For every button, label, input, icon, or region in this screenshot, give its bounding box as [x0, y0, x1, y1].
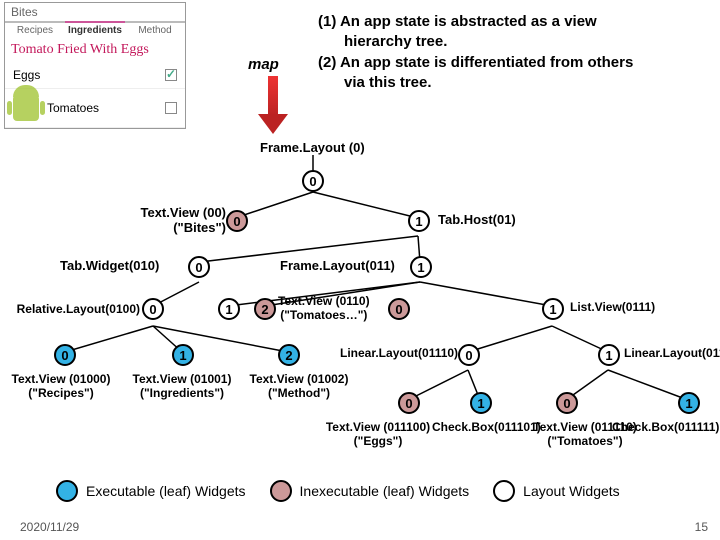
mockup-item-label: Tomatoes: [47, 101, 99, 115]
mockup-tab-method: Method: [125, 21, 185, 38]
node-linearlayout-011: Linear.Layout(011): [624, 346, 720, 360]
node-circle: 1: [218, 298, 240, 320]
node-circle-exec: 0: [54, 344, 76, 366]
node-textview-01000: Text.View (01000) ("Recipes"): [6, 372, 116, 400]
note-line: via this tree.: [318, 73, 708, 93]
mockup-recipe-title: Tomato Fried With Eggs: [5, 38, 185, 62]
arrowhead-icon: [258, 114, 288, 134]
node-listview-0111: List.View(0111): [570, 300, 655, 314]
app-mockup: Bites Recipes Ingredients Method Tomato …: [4, 2, 186, 129]
mockup-tabs: Recipes Ingredients Method: [5, 21, 185, 38]
node-circle: 0: [458, 344, 480, 366]
legend-exec-icon: [56, 480, 78, 502]
node-circle-inexec: 0: [556, 392, 578, 414]
mockup-tab-ingredients: Ingredients: [65, 21, 125, 38]
legend-layout-icon: [493, 480, 515, 502]
mockup-item-eggs: Eggs: [5, 62, 185, 89]
node-circle-inexec: 0: [398, 392, 420, 414]
node-linearlayout-01110: Linear.Layout(01110): [340, 346, 456, 360]
node-circle-exec: 1: [678, 392, 700, 414]
note-line: hierarchy tree.: [318, 32, 708, 52]
mockup-item-tomatoes: Tomatoes: [5, 89, 185, 128]
node-textview-0110: Text.View (0110) ("Tomatoes…"): [278, 294, 370, 322]
node-circle: 1: [408, 210, 430, 232]
node-checkbox-011111: Check.Box(011111): [612, 420, 719, 434]
map-label: map: [248, 56, 279, 73]
checkbox-icon: [165, 69, 177, 81]
node-tabwidget-010: Tab.Widget(010): [60, 258, 159, 273]
node-circle: 1: [542, 298, 564, 320]
node-circle-inexec: 0: [226, 210, 248, 232]
node-textview-00: Text.View (00) ("Bites"): [130, 205, 226, 235]
checkbox-icon: [165, 102, 177, 114]
node-circle: 0: [302, 170, 324, 192]
node-framelayout-0: Frame.Layout (0): [260, 140, 365, 155]
footer-date: 2020/11/29: [20, 520, 79, 534]
node-relativelayout-0100: Relative.Layout(0100): [0, 302, 140, 316]
node-framelayout-011: Frame.Layout(011): [280, 258, 395, 273]
node-circle: 1: [410, 256, 432, 278]
mockup-item-label: Eggs: [13, 68, 40, 82]
legend: Executable (leaf) Widgets Inexecutable (…: [56, 480, 620, 502]
node-circle: 1: [598, 344, 620, 366]
node-circle-exec: 2: [278, 344, 300, 366]
note-line: (1) An app state is abstracted as a view: [318, 12, 708, 32]
note-line: (2) An app state is differentiated from …: [318, 53, 708, 73]
mockup-tab-recipes: Recipes: [5, 21, 65, 38]
node-circle-exec: 1: [470, 392, 492, 414]
node-circle: 0: [188, 256, 210, 278]
legend-layout-label: Layout Widgets: [523, 483, 620, 499]
node-textview-01001: Text.View (01001) ("Ingredients"): [122, 372, 242, 400]
node-circle-inexec: 0: [388, 298, 410, 320]
android-icon: [13, 95, 39, 121]
node-textview-01002: Text.View (01002) ("Method"): [240, 372, 358, 400]
node-circle-exec: 1: [172, 344, 194, 366]
legend-inexec-icon: [270, 480, 292, 502]
legend-inexec-label: Inexecutable (leaf) Widgets: [300, 483, 470, 499]
node-circle-inexec: 2: [254, 298, 276, 320]
arrow-icon: [268, 76, 278, 116]
mockup-topbar: Bites: [5, 3, 185, 21]
legend-exec-label: Executable (leaf) Widgets: [86, 483, 246, 499]
description-notes: (1) An app state is abstracted as a view…: [318, 12, 708, 93]
node-tabhost-01: Tab.Host(01): [438, 212, 516, 227]
node-circle: 0: [142, 298, 164, 320]
footer-page: 15: [695, 520, 708, 534]
node-textview-011100: Text.View (011100) ("Eggs"): [318, 420, 438, 448]
